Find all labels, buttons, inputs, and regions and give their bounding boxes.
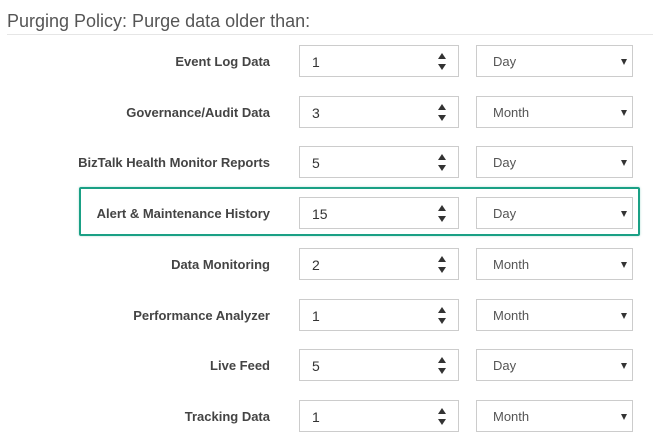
stepper-value: 2: [312, 257, 320, 273]
select-value: Month: [493, 409, 530, 424]
purge-value-stepper[interactable]: 1: [299, 400, 459, 432]
arrow-up-icon[interactable]: [438, 357, 446, 363]
stepper-value: 3: [312, 105, 320, 121]
purge-row-live-feed: Live Feed 5 Day: [0, 349, 653, 383]
row-label: Tracking Data: [184, 409, 270, 424]
purge-row-governance-audit-data: Governance/Audit Data 3 Month: [0, 96, 653, 130]
highlight-box: [79, 187, 640, 236]
stepper-value: 1: [312, 308, 320, 324]
arrow-down-icon[interactable]: [438, 419, 446, 425]
purge-row-performance-analyzer: Performance Analyzer 1 Month: [0, 299, 653, 333]
purge-row-tracking-data: Tracking Data 1 Month: [0, 400, 653, 434]
purge-value-stepper[interactable]: 3: [299, 96, 459, 128]
row-label: Performance Analyzer: [133, 308, 270, 323]
row-label: Live Feed: [210, 358, 270, 373]
purge-value-stepper[interactable]: 2: [299, 248, 459, 280]
stepper-value: 1: [312, 54, 320, 70]
purge-row-data-monitoring: Data Monitoring 2 Month: [0, 248, 653, 282]
select-value: Month: [493, 105, 530, 120]
purge-value-stepper[interactable]: 5: [299, 146, 459, 178]
row-label: Event Log Data: [175, 54, 270, 69]
select-value: Day: [493, 54, 517, 69]
stepper-arrows[interactable]: [438, 407, 448, 427]
caret-down-icon: [621, 414, 627, 420]
arrow-down-icon[interactable]: [438, 318, 446, 324]
arrow-up-icon[interactable]: [438, 408, 446, 414]
stepper-arrows[interactable]: [438, 356, 448, 376]
purge-unit-select[interactable]: Day: [476, 146, 633, 178]
arrow-down-icon[interactable]: [438, 165, 446, 171]
purge-unit-select[interactable]: Month: [476, 248, 633, 280]
purge-value-stepper[interactable]: 1: [299, 299, 459, 331]
caret-down-icon: [621, 363, 627, 369]
arrow-up-icon[interactable]: [438, 256, 446, 262]
purge-unit-select[interactable]: Day: [476, 45, 633, 77]
stepper-arrows[interactable]: [438, 153, 448, 173]
arrow-down-icon[interactable]: [438, 267, 446, 273]
purge-unit-select[interactable]: Month: [476, 400, 633, 432]
row-label: Data Monitoring: [171, 257, 270, 272]
purge-value-stepper[interactable]: 1: [299, 45, 459, 77]
caret-down-icon: [621, 110, 627, 116]
arrow-up-icon[interactable]: [438, 104, 446, 110]
purge-row-biztalk-health-monitor-reports: BizTalk Health Monitor Reports 5 Day: [0, 146, 653, 180]
purge-value-stepper[interactable]: 5: [299, 349, 459, 381]
select-value: Month: [493, 257, 530, 272]
stepper-value: 1: [312, 409, 320, 425]
select-value: Day: [493, 155, 517, 170]
title-divider: [7, 34, 653, 35]
arrow-down-icon[interactable]: [438, 64, 446, 70]
arrow-up-icon[interactable]: [438, 307, 446, 313]
purge-unit-select[interactable]: Month: [476, 299, 633, 331]
caret-down-icon: [621, 160, 627, 166]
section-title: Purging Policy: Purge data older than:: [7, 11, 311, 31]
arrow-up-icon[interactable]: [438, 53, 446, 59]
purging-policy-panel: Purging Policy: Purge data older than: E…: [0, 0, 653, 448]
arrow-down-icon[interactable]: [438, 368, 446, 374]
stepper-arrows[interactable]: [438, 306, 448, 326]
caret-down-icon: [621, 59, 627, 65]
row-label: Governance/Audit Data: [126, 105, 270, 120]
purge-row-event-log-data: Event Log Data 1 Day: [0, 45, 653, 79]
stepper-value: 5: [312, 358, 320, 374]
purge-unit-select[interactable]: Month: [476, 96, 633, 128]
purge-unit-select[interactable]: Day: [476, 349, 633, 381]
row-label: BizTalk Health Monitor Reports: [78, 155, 270, 170]
stepper-arrows[interactable]: [438, 103, 448, 123]
stepper-arrows[interactable]: [438, 255, 448, 275]
caret-down-icon: [621, 313, 627, 319]
stepper-arrows[interactable]: [438, 52, 448, 72]
arrow-down-icon[interactable]: [438, 115, 446, 121]
caret-down-icon: [621, 262, 627, 268]
arrow-up-icon[interactable]: [438, 154, 446, 160]
select-value: Day: [493, 358, 517, 373]
stepper-value: 5: [312, 155, 320, 171]
select-value: Month: [493, 308, 530, 323]
